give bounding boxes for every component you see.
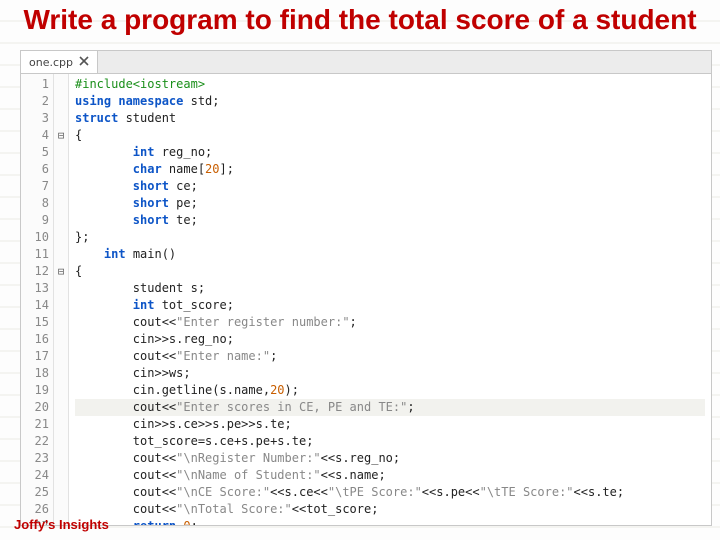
line-number: 22 xyxy=(21,433,49,450)
line-number: 4 xyxy=(21,127,49,144)
code-line: short ce; xyxy=(75,178,705,195)
slide-title: Write a program to find the total score … xyxy=(0,0,720,40)
line-number: 11 xyxy=(21,246,49,263)
line-number: 8 xyxy=(21,195,49,212)
fold-marker xyxy=(54,348,68,365)
code-line: cout<<"\nTotal Score:"<<tot_score; xyxy=(75,501,705,518)
fold-marker xyxy=(54,93,68,110)
tab-bar: one.cpp xyxy=(21,51,711,74)
fold-marker xyxy=(54,501,68,518)
fold-marker xyxy=(54,484,68,501)
code-line: { xyxy=(75,127,705,144)
line-number: 5 xyxy=(21,144,49,161)
line-number: 15 xyxy=(21,314,49,331)
code-line: tot_score=s.ce+s.pe+s.te; xyxy=(75,433,705,450)
fold-marker xyxy=(54,246,68,263)
fold-marker[interactable]: ⊟ xyxy=(54,127,68,144)
code-line: short pe; xyxy=(75,195,705,212)
footer-credit: Joffy's Insights xyxy=(14,517,109,532)
code-area[interactable]: 1234567891011121314151617181920212223242… xyxy=(21,74,711,525)
slide: Write a program to find the total score … xyxy=(0,0,720,540)
line-number: 20 xyxy=(21,399,49,416)
line-number: 9 xyxy=(21,212,49,229)
code-content[interactable]: #include<iostream>using namespace std;st… xyxy=(69,74,711,525)
line-number: 17 xyxy=(21,348,49,365)
fold-marker xyxy=(54,331,68,348)
fold-marker xyxy=(54,450,68,467)
line-number: 3 xyxy=(21,110,49,127)
code-line: int tot_score; xyxy=(75,297,705,314)
code-line: cout<<"Enter name:"; xyxy=(75,348,705,365)
code-line: cin.getline(s.name,20); xyxy=(75,382,705,399)
code-line: cout<<"Enter register number:"; xyxy=(75,314,705,331)
line-number: 2 xyxy=(21,93,49,110)
code-line: short te; xyxy=(75,212,705,229)
code-line: { xyxy=(75,263,705,280)
code-line: cout<<"\nRegister Number:"<<s.reg_no; xyxy=(75,450,705,467)
code-editor: one.cpp 12345678910111213141516171819202… xyxy=(20,50,712,526)
fold-marker xyxy=(54,229,68,246)
code-line: cin>>s.reg_no; xyxy=(75,331,705,348)
line-number: 16 xyxy=(21,331,49,348)
tab-one-cpp[interactable]: one.cpp xyxy=(21,51,98,73)
close-icon[interactable] xyxy=(79,56,89,69)
fold-marker xyxy=(54,76,68,93)
code-line: using namespace std; xyxy=(75,93,705,110)
line-number: 19 xyxy=(21,382,49,399)
fold-marker xyxy=(54,382,68,399)
line-number-gutter: 1234567891011121314151617181920212223242… xyxy=(21,74,54,525)
code-line: int main() xyxy=(75,246,705,263)
code-line: char name[20]; xyxy=(75,161,705,178)
line-number: 26 xyxy=(21,501,49,518)
code-line: cin>>s.ce>>s.pe>>s.te; xyxy=(75,416,705,433)
fold-marker xyxy=(54,399,68,416)
code-line: struct student xyxy=(75,110,705,127)
code-line: #include<iostream> xyxy=(75,76,705,93)
line-number: 25 xyxy=(21,484,49,501)
fold-marker xyxy=(54,280,68,297)
fold-marker xyxy=(54,433,68,450)
code-line: }; xyxy=(75,229,705,246)
code-line: student s; xyxy=(75,280,705,297)
line-number: 18 xyxy=(21,365,49,382)
line-number: 6 xyxy=(21,161,49,178)
code-line: cout<<"\nName of Student:"<<s.name; xyxy=(75,467,705,484)
fold-marker xyxy=(54,110,68,127)
line-number: 14 xyxy=(21,297,49,314)
fold-marker xyxy=(54,297,68,314)
fold-gutter[interactable]: ⊟ ⊟ xyxy=(54,74,69,525)
line-number: 7 xyxy=(21,178,49,195)
fold-marker[interactable]: ⊟ xyxy=(54,263,68,280)
code-line: int reg_no; xyxy=(75,144,705,161)
code-line: cin>>ws; xyxy=(75,365,705,382)
fold-marker xyxy=(54,195,68,212)
tab-label: one.cpp xyxy=(29,56,73,69)
code-line: return 0; xyxy=(75,518,705,525)
line-number: 23 xyxy=(21,450,49,467)
line-number: 1 xyxy=(21,76,49,93)
fold-marker xyxy=(54,144,68,161)
code-line: cout<<"\nCE Score:"<<s.ce<<"\tPE Score:"… xyxy=(75,484,705,501)
line-number: 24 xyxy=(21,467,49,484)
fold-marker xyxy=(54,365,68,382)
line-number: 12 xyxy=(21,263,49,280)
fold-marker xyxy=(54,467,68,484)
fold-marker xyxy=(54,161,68,178)
line-number: 13 xyxy=(21,280,49,297)
line-number: 21 xyxy=(21,416,49,433)
fold-marker xyxy=(54,416,68,433)
line-number: 10 xyxy=(21,229,49,246)
code-line: cout<<"Enter scores in CE, PE and TE:"; xyxy=(75,399,705,416)
fold-marker xyxy=(54,178,68,195)
fold-marker xyxy=(54,212,68,229)
fold-marker xyxy=(54,314,68,331)
